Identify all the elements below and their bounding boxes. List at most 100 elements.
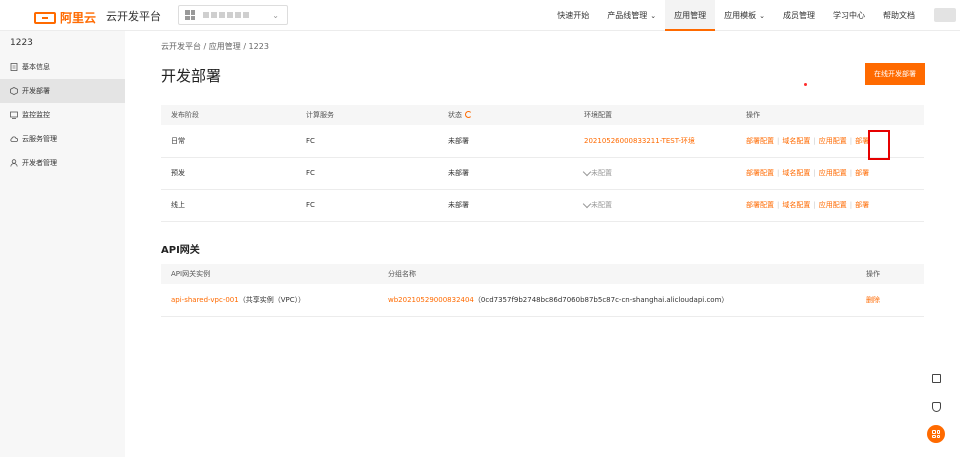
deploy-link[interactable]: 部署: [855, 201, 869, 209]
env-config-cell[interactable]: 未配置: [582, 157, 746, 190]
cube-icon: [10, 87, 18, 95]
divider: |: [813, 201, 816, 209]
nav-label: 产品线管理: [607, 11, 648, 20]
cloud-icon: [10, 136, 18, 142]
feedback-button[interactable]: [927, 369, 945, 387]
divider: |: [777, 201, 780, 209]
sidebar-item-basic-info[interactable]: 基本信息: [0, 55, 125, 79]
nav-label: 成员管理: [783, 11, 815, 20]
actions-cell: 部署配置 | 域名配置 | 应用配置 | 部署: [746, 125, 924, 158]
nav-label: 应用管理: [674, 11, 707, 20]
apps-button[interactable]: [927, 425, 945, 443]
main-nav: 快速开始 产品线管理 ⌄ 应用管理 应用模板 ⌄ 成员管理 学习中心 帮助文档: [548, 0, 924, 31]
aliyun-logo[interactable]: 阿里云: [34, 9, 96, 26]
table-header-row: API网关实例 分组名称 操作: [161, 264, 924, 284]
domain-config-link[interactable]: 域名配置: [782, 169, 810, 177]
app-config-link[interactable]: 应用配置: [819, 169, 847, 177]
delete-link[interactable]: 删除: [866, 284, 924, 317]
deploy-config-link[interactable]: 部署配置: [746, 137, 774, 145]
nav-label: 学习中心: [833, 11, 865, 20]
nav-label: 应用模板: [724, 11, 757, 20]
shield-icon: [931, 402, 941, 412]
sidebar-item-developers[interactable]: 开发者管理: [0, 151, 125, 175]
chevron-down-icon: ⌄: [272, 11, 279, 20]
deploy-link[interactable]: 部署: [855, 137, 869, 145]
group-note: （0cd7357f9b2748bc86d7060b87b5c87c-cn-sha…: [473, 295, 729, 304]
status-cell: 未部署: [448, 125, 584, 158]
instance-link[interactable]: api-shared-vpc-001: [171, 296, 239, 304]
nav-label: 快速开始: [557, 11, 590, 20]
col-header-group: 分组名称: [388, 264, 866, 284]
divider: |: [813, 136, 816, 145]
refresh-icon[interactable]: [465, 111, 472, 118]
stage-cell: 预发: [161, 157, 306, 190]
status-header-label: 状态: [448, 111, 462, 119]
table-row: 线上 FC 未部署 未配置 部署配置 | 域名配置 | 应用配置 | 部署: [161, 189, 924, 222]
edit-icon: [582, 199, 592, 209]
domain-config-link[interactable]: 域名配置: [782, 201, 810, 209]
sidebar-item-label: 开发部署: [22, 87, 50, 95]
col-header-env: 环境配置: [584, 105, 746, 125]
compute-cell: FC: [306, 157, 448, 190]
deploy-config-link[interactable]: 部署配置: [746, 169, 774, 177]
nav-learning[interactable]: 学习中心: [824, 0, 874, 31]
deploy-link[interactable]: 部署: [855, 169, 869, 177]
group-link[interactable]: wb20210529000832404: [388, 296, 474, 304]
app-name: 1223: [10, 38, 33, 48]
sidebar-item-label: 云服务管理: [22, 135, 57, 143]
compute-cell: FC: [306, 125, 448, 158]
divider: |: [849, 169, 853, 177]
deploy-config-link[interactable]: 部署配置: [746, 201, 774, 209]
domain-config-link[interactable]: 域名配置: [782, 137, 810, 145]
table-row: 预发 FC 未部署 未配置 部署配置 | 域名配置 | 应用配置 | 部署: [161, 157, 924, 190]
actions-cell: 部署配置 | 域名配置 | 应用配置 | 部署: [746, 189, 924, 222]
status-cell: 未部署: [448, 157, 584, 190]
table-header-row: 发布阶段 计算服务 状态 环境配置 操作: [161, 105, 924, 125]
instance-cell: api-shared-vpc-001（共享实例（VPC））: [161, 284, 388, 317]
nav-quick-start[interactable]: 快速开始: [548, 0, 598, 31]
col-header-actions: 操作: [866, 264, 924, 284]
table-row: api-shared-vpc-001（共享实例（VPC）） wb20210529…: [161, 284, 924, 317]
sidebar-item-label: 监控监控: [22, 111, 50, 119]
env-config-label: 未配置: [591, 201, 612, 209]
security-button[interactable]: [927, 398, 945, 416]
nav-app-templates[interactable]: 应用模板 ⌄: [715, 0, 774, 31]
app-config-link[interactable]: 应用配置: [819, 137, 847, 145]
compute-cell: FC: [306, 189, 448, 222]
status-cell: 未部署: [448, 189, 584, 222]
workspace-selector[interactable]: ⌄: [178, 5, 288, 25]
nav-members[interactable]: 成员管理: [774, 0, 824, 31]
nav-help-docs[interactable]: 帮助文档: [874, 0, 924, 31]
env-config-label: 未配置: [591, 169, 612, 177]
blurred-account-name: [203, 12, 249, 18]
divider: |: [777, 136, 780, 145]
sidebar-item-monitoring[interactable]: 监控监控: [0, 103, 125, 127]
divider: |: [777, 169, 780, 177]
platform-title[interactable]: 云开发平台: [106, 8, 161, 24]
instance-note: （共享实例（VPC））: [238, 295, 306, 304]
app-config-link[interactable]: 应用配置: [819, 201, 847, 209]
user-icon: [10, 159, 18, 167]
col-header-instance: API网关实例: [161, 264, 388, 284]
sidebar-item-cloud-services[interactable]: 云服务管理: [0, 127, 125, 151]
page-title: 开发部署: [161, 67, 222, 85]
top-navbar: 阿里云 云开发平台 ⌄ 快速开始 产品线管理 ⌄ 应用管理 应用模板 ⌄ 成员管理 …: [0, 0, 960, 31]
sidebar: 1223 基本信息 开发部署 监控监控 云服务管理 开发者管理: [0, 31, 125, 457]
edit-icon: [582, 167, 592, 177]
env-config-link[interactable]: 20210526000833211-TEST-环境: [584, 125, 746, 158]
table-row: 日常 FC 未部署 20210526000833211-TEST-环境 部署配置…: [161, 125, 924, 158]
chevron-down-icon: ⌄: [759, 11, 765, 20]
actions-cell: 部署配置 | 域名配置 | 应用配置 | 部署: [746, 157, 924, 190]
breadcrumb[interactable]: 云开发平台 / 应用管理 / 1223: [161, 41, 269, 52]
env-config-cell[interactable]: 未配置: [582, 189, 746, 222]
nav-product-line[interactable]: 产品线管理 ⌄: [598, 0, 665, 31]
sidebar-item-label: 基本信息: [22, 63, 50, 71]
note-icon: [931, 373, 941, 383]
monitor-icon: [10, 111, 18, 119]
sidebar-item-dev-deploy[interactable]: 开发部署: [0, 79, 125, 103]
nav-app-management[interactable]: 应用管理: [665, 0, 716, 31]
avatar[interactable]: [934, 8, 956, 22]
divider: |: [849, 201, 853, 209]
online-dev-deploy-button[interactable]: 在线开发部署: [865, 63, 925, 85]
col-header-compute: 计算服务: [306, 105, 448, 125]
